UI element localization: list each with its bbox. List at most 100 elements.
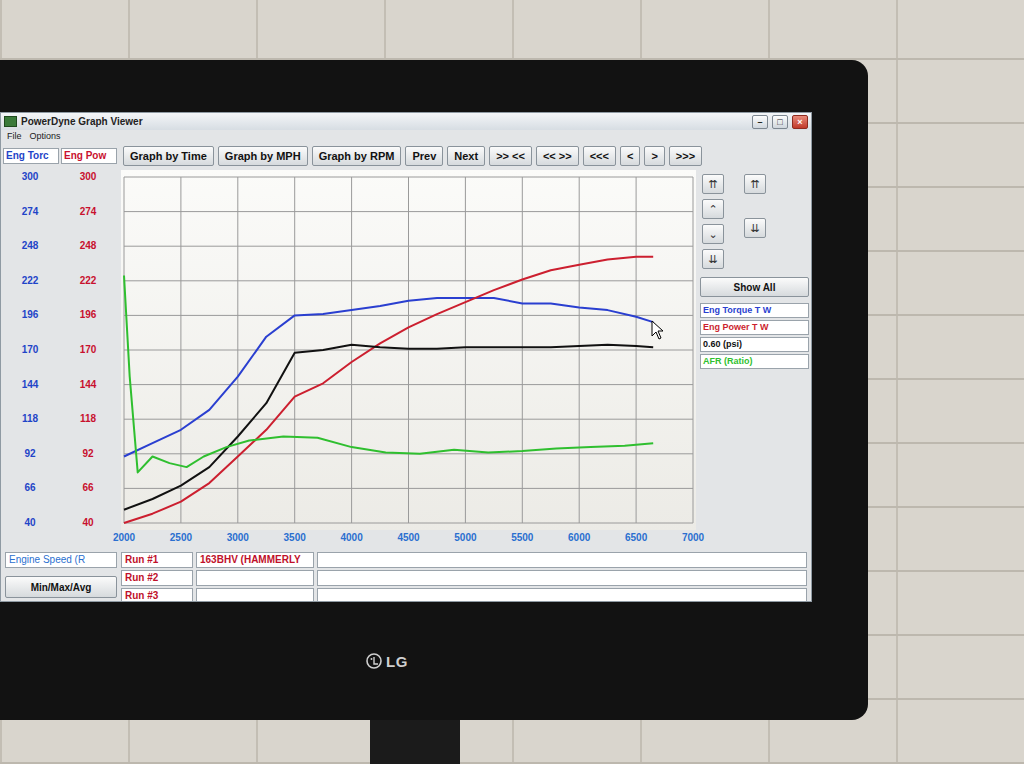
show-all-button[interactable]: Show All [700, 277, 809, 297]
x-tick: 4000 [340, 532, 362, 543]
legend-item[interactable]: 0.60 (psi) [700, 337, 809, 352]
toolbar-button[interactable]: << >> [536, 146, 579, 166]
run-panel: Engine Speed (R Min/Max/AvgRun #1163BHV (… [1, 548, 811, 602]
axis-header-label: Eng Torc [6, 150, 49, 161]
legend: Eng Torque T W Eng Power T W 0.60 (psi) AFR… [700, 303, 809, 369]
y-tick: 274 [22, 205, 39, 219]
scroll-button[interactable]: ⇊ [744, 218, 766, 238]
app-icon [4, 116, 17, 127]
scroll-left-column: ⇈ ⌃ ⌄ ⇊ [702, 174, 724, 269]
scroll-right-column: ⇈⇊ [744, 174, 766, 269]
x-tick: 4500 [397, 532, 419, 543]
y-tick: 248 [80, 239, 97, 253]
y-tick: 222 [80, 274, 97, 288]
scroll-button[interactable]: ⇊ [702, 249, 724, 269]
legend-item[interactable]: Eng Torque T W [700, 303, 809, 318]
graph-area: Eng Torc Eng Pow Graph by TimeGraph by MPH… [1, 142, 811, 602]
scroll-buttons: ⇈⌃⌄⇊⇈⇊ [700, 174, 809, 269]
series-line [124, 345, 653, 510]
bottom-left: Engine Speed (R Min/Max/Avg [5, 552, 117, 602]
spacer [1, 530, 121, 548]
menu-item[interactable]: Options [30, 131, 61, 141]
y-tick: 66 [82, 481, 93, 495]
title-bar: PowerDyne Graph Viewer–□× [1, 113, 811, 130]
run-name-field[interactable] [196, 570, 314, 586]
toolbar-button[interactable]: Prev [405, 146, 443, 166]
y-tick: 92 [24, 447, 35, 461]
app-window: PowerDyne Graph Viewer–□×FileOptionsEng … [0, 112, 812, 602]
brand-logo: LG [386, 653, 408, 670]
legend-label: Eng Power T W [703, 322, 769, 332]
y-tick: 300 [22, 170, 39, 184]
y-tick: 66 [24, 481, 35, 495]
y-tick: 40 [24, 516, 35, 530]
toolbar-button[interactable]: <<< [583, 146, 616, 166]
toolbar-button[interactable]: >>> [669, 146, 702, 166]
run-extra-field[interactable] [317, 570, 807, 586]
run-extra-field[interactable] [317, 588, 807, 602]
chart [121, 170, 696, 530]
x-tick: 2500 [170, 532, 192, 543]
toolbar-button[interactable]: Graph by RPM [312, 146, 402, 166]
y-tick: 144 [22, 378, 39, 392]
y-tick: 248 [22, 239, 39, 253]
toolbar-button[interactable]: Graph by Time [123, 146, 214, 166]
y-tick: 118 [22, 412, 38, 426]
toolbar-button[interactable]: >> << [489, 146, 532, 166]
scroll-button[interactable]: ⇈ [702, 174, 724, 194]
series-line [124, 257, 653, 523]
legend-label: Eng Torque T W [703, 305, 771, 315]
toolbar-button[interactable]: Next [447, 146, 485, 166]
y-tick: 92 [82, 447, 93, 461]
x-tick: 6500 [625, 532, 647, 543]
y-tick: 274 [80, 205, 97, 219]
y-tick: 222 [22, 274, 39, 288]
torque-ticks: 300274248222196170144118926640 [1, 170, 59, 530]
run-name-field[interactable]: 163BHV (HAMMERLY [196, 552, 314, 568]
y-tick: 170 [22, 343, 39, 357]
scroll-button[interactable]: ⇈ [744, 174, 766, 194]
x-axis-field[interactable]: Engine Speed (R [5, 552, 117, 568]
scroll-button[interactable]: ⌃ [702, 199, 724, 219]
axis-header-label: Eng Pow [64, 150, 106, 161]
y-tick: 300 [80, 170, 97, 184]
axis-header[interactable]: Eng Torc [3, 148, 59, 164]
x-tick: 7000 [682, 532, 704, 543]
legend-label: AFR (Ratio) [703, 356, 753, 366]
plot [121, 170, 696, 530]
x-tick: 6000 [568, 532, 590, 543]
toolbar-button[interactable]: Graph by MPH [218, 146, 308, 166]
toolbar-button[interactable]: > [644, 146, 664, 166]
toolbar: Graph by TimeGraph by MPHGraph by RPMPre… [121, 142, 811, 170]
run-name-field[interactable] [196, 588, 314, 602]
toolbar-button[interactable]: < [620, 146, 640, 166]
window-control-button[interactable]: × [792, 115, 808, 129]
axis-headers: Eng Torc Eng Pow [1, 142, 121, 170]
y-tick: 196 [80, 308, 97, 322]
monitor-stand [370, 720, 460, 764]
menu-item[interactable]: File [7, 131, 22, 141]
legend-item[interactable]: AFR (Ratio) [700, 354, 809, 369]
window-control-button[interactable]: – [752, 115, 768, 129]
x-tick: 2000 [113, 532, 135, 543]
run-row: Run #3 [121, 588, 807, 602]
axis-header[interactable]: Eng Pow [61, 148, 117, 164]
x-axis: 2000250030003500400045005000550060006500… [121, 530, 696, 548]
run-label: Run #2 [121, 570, 193, 586]
run-label: Run #3 [121, 588, 193, 602]
y-tick: 144 [80, 378, 97, 392]
scroll-button[interactable]: ⌄ [702, 224, 724, 244]
run-row: Run #1163BHV (HAMMERLY [121, 552, 807, 568]
min-max-avg-button[interactable]: Min/Max/Avg [5, 576, 117, 598]
monitor: PowerDyne Graph Viewer–□×FileOptionsEng … [0, 60, 868, 720]
run-extra-field[interactable] [317, 552, 807, 568]
runs: Run #1163BHV (HAMMERLY Run #2 Run #3 [121, 552, 807, 602]
run-row: Run #2 [121, 570, 807, 586]
window-control-button[interactable]: □ [772, 115, 788, 129]
y-tick: 170 [80, 343, 97, 357]
mouse-cursor-icon [651, 320, 665, 340]
menu-bar: File Options [1, 130, 811, 142]
series-line [124, 298, 653, 456]
legend-item[interactable]: Eng Power T W [700, 320, 809, 335]
x-tick: 5000 [454, 532, 476, 543]
